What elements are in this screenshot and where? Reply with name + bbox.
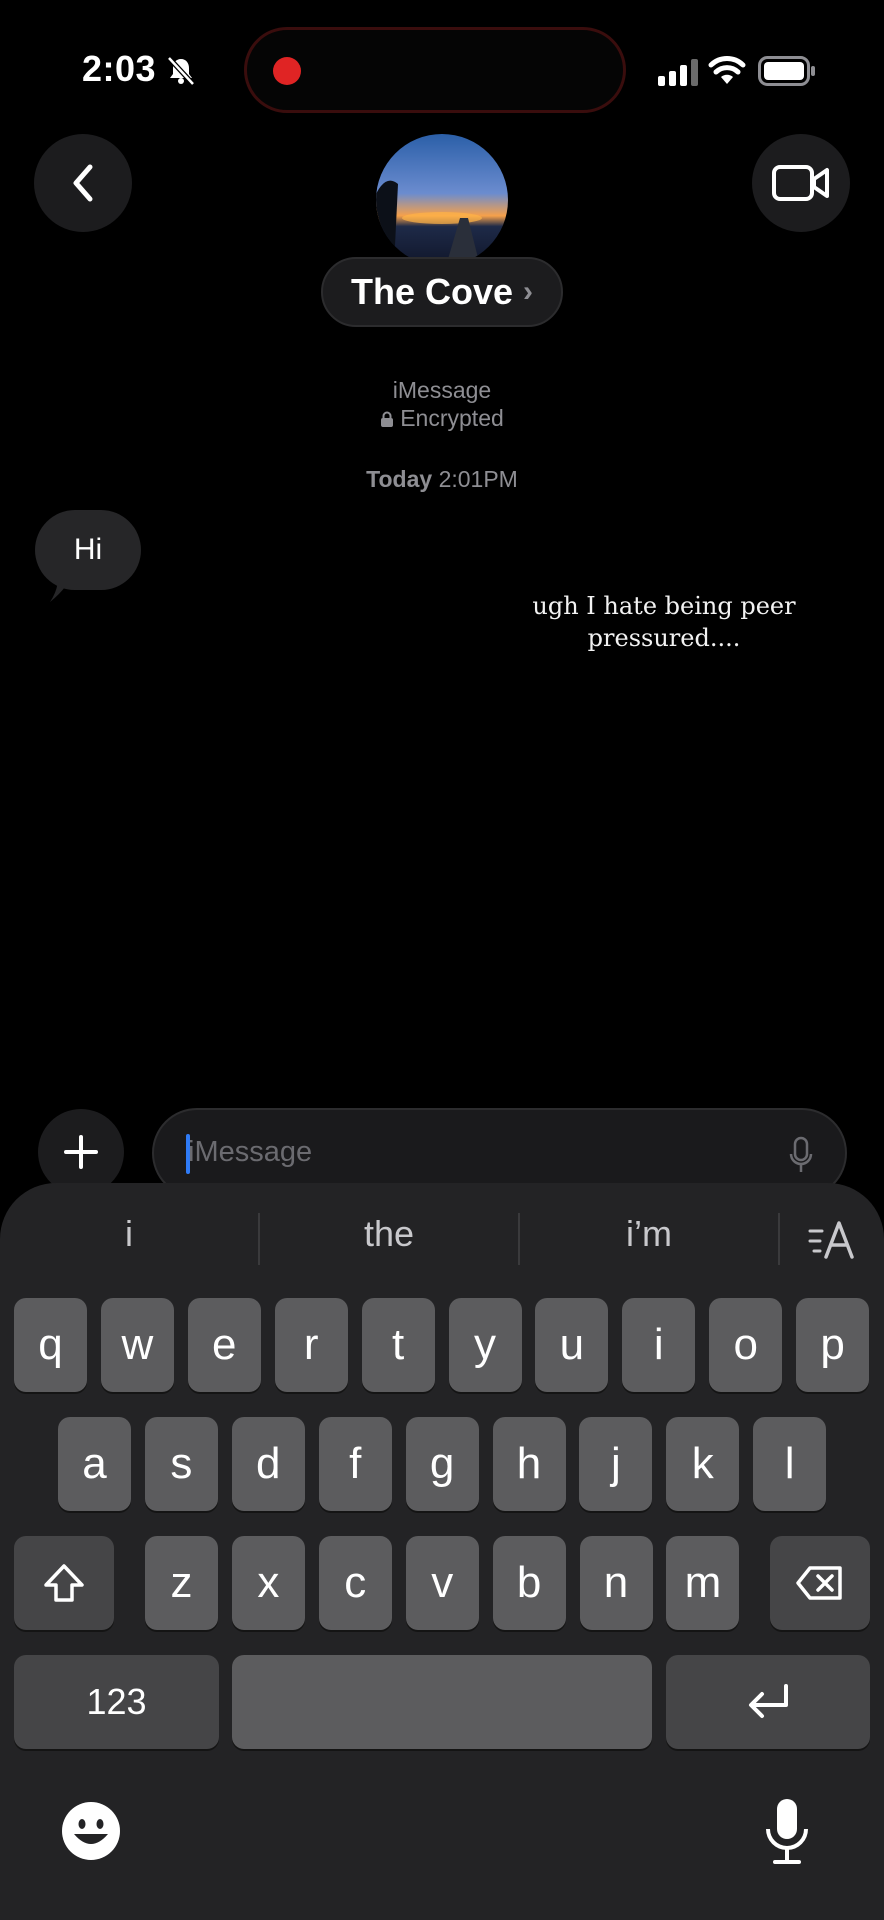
emoji-face-icon[interactable] — [60, 1800, 122, 1862]
keyboard-dictation-mic-icon[interactable] — [764, 1797, 810, 1865]
message-input-placeholder: iMessage — [188, 1136, 313, 1168]
delete-backspace-icon — [796, 1566, 842, 1600]
key-b[interactable]: b — [492, 1536, 566, 1630]
suggestion-divider — [778, 1213, 780, 1265]
key-k[interactable]: k — [666, 1417, 740, 1511]
silent-bell-icon — [167, 56, 195, 86]
text-format-icon[interactable] — [808, 1217, 856, 1261]
key-j[interactable]: j — [579, 1417, 653, 1511]
suggestion-2[interactable]: the — [260, 1213, 518, 1255]
key-w[interactable]: w — [100, 1298, 174, 1392]
key-l[interactable]: l — [753, 1417, 827, 1511]
key-i[interactable]: i — [622, 1298, 696, 1392]
return-arrow-icon — [749, 1684, 788, 1718]
key-r[interactable]: r — [274, 1298, 348, 1392]
contact-avatar[interactable] — [376, 134, 508, 266]
key-p[interactable]: p — [796, 1298, 870, 1392]
dynamic-island[interactable] — [244, 27, 626, 113]
key-c[interactable]: c — [318, 1536, 392, 1630]
encryption-text: Encrypted — [400, 405, 504, 431]
battery-icon — [758, 56, 815, 86]
key-g[interactable]: g — [405, 1417, 479, 1511]
key-h[interactable]: h — [492, 1417, 566, 1511]
video-camera-icon — [772, 165, 829, 201]
predictive-bar: i the i’m — [0, 1183, 884, 1293]
suggestion-3[interactable]: i’m — [520, 1213, 778, 1255]
key-t[interactable]: t — [361, 1298, 435, 1392]
encryption-label: Encrypted — [0, 405, 884, 432]
dictation-mic-icon[interactable] — [789, 1136, 813, 1174]
timestamp-time: 2:01PM — [438, 466, 518, 492]
cellular-signal-icon — [658, 59, 698, 86]
suggestion-1[interactable]: i — [0, 1213, 258, 1255]
shift-key[interactable] — [14, 1536, 114, 1630]
key-s[interactable]: s — [144, 1417, 218, 1511]
lock-icon — [381, 411, 394, 427]
facetime-video-button[interactable] — [752, 134, 850, 232]
chevron-left-icon — [73, 164, 93, 202]
timestamp-day: Today — [366, 466, 433, 492]
sunset-photo-icon — [376, 134, 508, 266]
conversation-timestamp: Today 2:01PM — [0, 466, 884, 493]
key-x[interactable]: x — [231, 1536, 305, 1630]
return-key[interactable] — [666, 1655, 870, 1749]
contact-name-button[interactable]: The Cove › — [321, 257, 563, 327]
key-e[interactable]: e — [187, 1298, 261, 1392]
service-label: iMessage — [392, 377, 492, 403]
message-bubble-incoming[interactable]: Hi — [35, 510, 141, 590]
plus-icon — [64, 1135, 98, 1169]
overlay-caption: ugh I hate being peer pressured.... — [532, 592, 796, 652]
status-time: 2:03 — [82, 48, 157, 89]
key-n[interactable]: n — [579, 1536, 653, 1630]
key-m[interactable]: m — [666, 1536, 740, 1630]
back-button[interactable] — [34, 134, 132, 232]
chevron-right-icon: › — [523, 275, 534, 308]
key-u[interactable]: u — [535, 1298, 609, 1392]
key-a[interactable]: a — [58, 1417, 131, 1511]
recording-indicator-icon — [273, 57, 301, 85]
key-y[interactable]: y — [448, 1298, 522, 1392]
key-f[interactable]: f — [318, 1417, 392, 1511]
key-o[interactable]: o — [709, 1298, 783, 1392]
delete-key[interactable] — [770, 1536, 870, 1630]
wifi-icon — [708, 56, 746, 84]
key-z[interactable]: z — [145, 1536, 218, 1630]
key-v[interactable]: v — [405, 1536, 479, 1630]
numbers-key[interactable]: 123 — [14, 1655, 219, 1749]
space-key[interactable] — [232, 1655, 652, 1749]
key-d[interactable]: d — [231, 1417, 305, 1511]
shift-arrow-icon — [44, 1564, 84, 1602]
key-q[interactable]: q — [14, 1298, 87, 1392]
contact-name: The Cove — [350, 271, 514, 312]
